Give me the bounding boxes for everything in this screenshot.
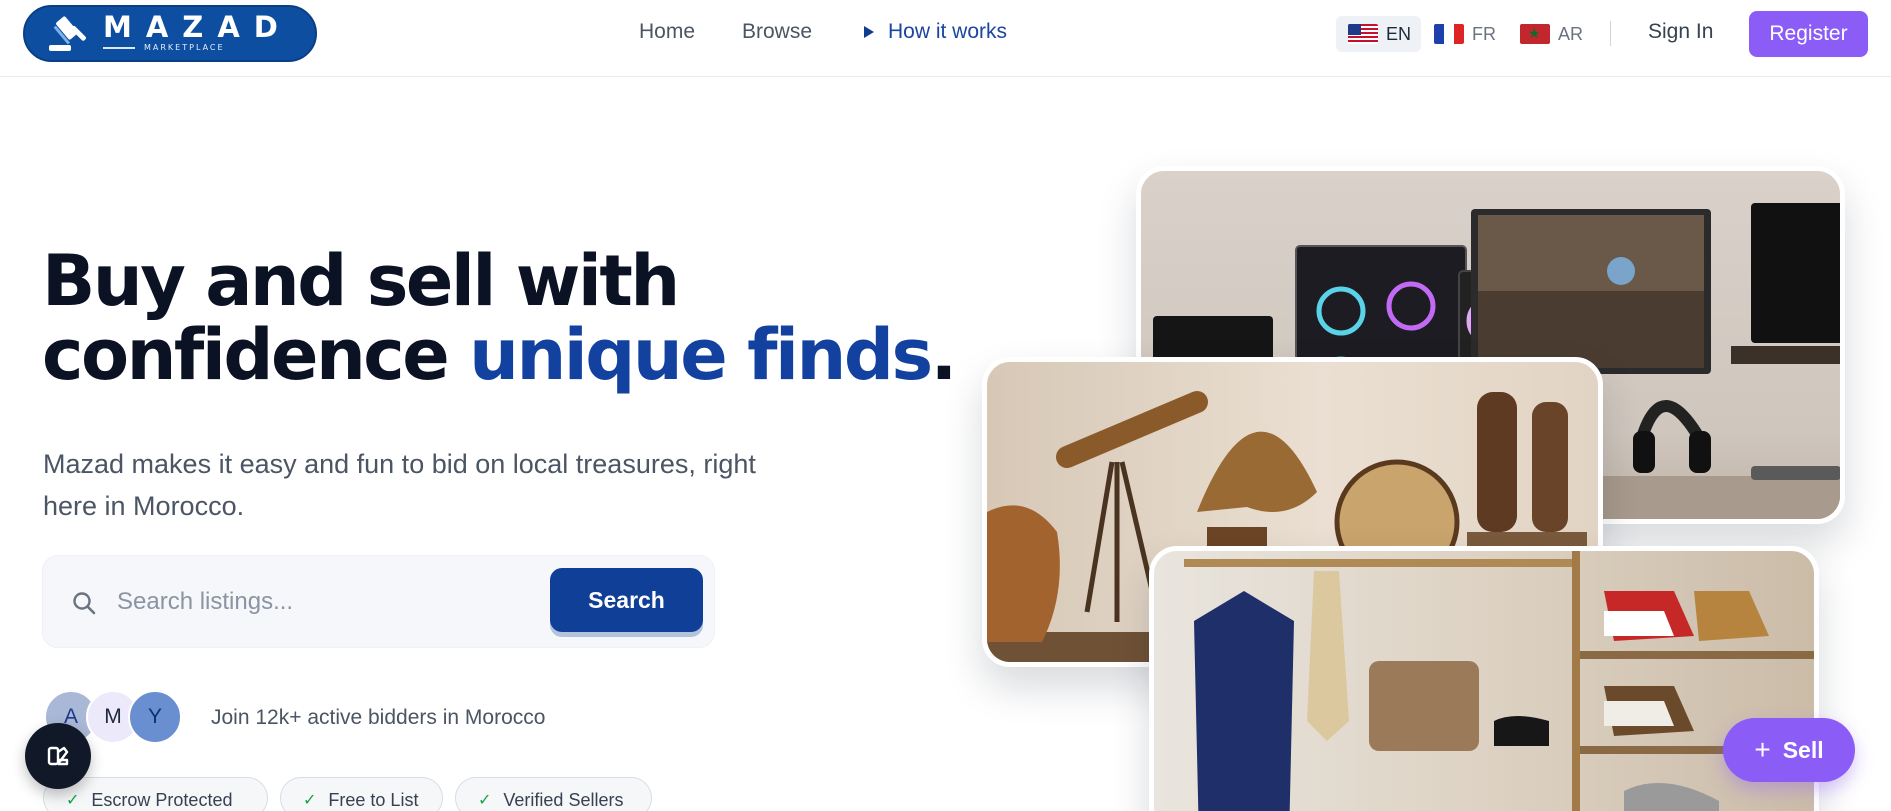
header-divider xyxy=(1610,21,1611,46)
brand-tagline: MARKETPLACE xyxy=(144,43,225,52)
us-flag-icon xyxy=(1348,24,1378,44)
social-proof-text: Join 12k+ active bidders in Morocco xyxy=(211,706,546,729)
fashion-photo xyxy=(1149,546,1819,811)
brand-name: MAZAD xyxy=(103,10,292,44)
badge-label: Escrow Protected xyxy=(91,790,233,810)
hero-title-period: . xyxy=(930,314,958,396)
check-icon: ✓ xyxy=(303,792,317,809)
hero-title-line1: Buy and sell with xyxy=(42,240,680,322)
nav-how-it-works-label: How it works xyxy=(888,20,1008,43)
nav-home[interactable]: Home xyxy=(639,20,695,44)
mazad-logo[interactable]: MAZAD MARKETPLACE xyxy=(23,5,317,62)
nav-how-it-works[interactable]: How it works xyxy=(864,20,1007,44)
site-header: MAZAD MARKETPLACE Home Browse How it wor… xyxy=(0,0,1891,77)
badge-label: Free to List xyxy=(328,790,419,810)
badge-verified-sellers: ✓ Verified Sellers xyxy=(455,777,652,811)
badge-free-to-list: ✓ Free to List xyxy=(280,777,443,811)
language-code: AR xyxy=(1558,23,1584,44)
search-input[interactable] xyxy=(117,580,477,624)
check-icon: ✓ xyxy=(478,792,492,809)
search-bar: Search xyxy=(42,555,715,648)
language-code: FR xyxy=(1472,23,1496,44)
logo-divider xyxy=(103,47,135,49)
badge-label: Verified Sellers xyxy=(503,790,624,810)
sign-in-link[interactable]: Sign In xyxy=(1648,20,1713,44)
nav-browse[interactable]: Browse xyxy=(742,20,812,44)
hero-title: Buy and sell with confidence unique find… xyxy=(42,244,957,392)
theme-toggle-button[interactable] xyxy=(25,723,91,789)
language-code: EN xyxy=(1386,23,1412,44)
fashion-illustration xyxy=(1184,551,1814,811)
register-button[interactable]: Register xyxy=(1749,11,1868,57)
hero-title-line2: confidence xyxy=(42,314,470,396)
search-button[interactable]: Search xyxy=(550,568,703,632)
sell-label: Sell xyxy=(1782,736,1824,763)
plus-icon: + xyxy=(1754,734,1771,765)
search-icon xyxy=(73,592,96,615)
check-icon: ✓ xyxy=(66,792,80,809)
language-en[interactable]: EN xyxy=(1336,16,1421,52)
avatar: Y xyxy=(128,690,182,744)
language-fr[interactable]: FR xyxy=(1434,16,1496,52)
language-ar[interactable]: AR xyxy=(1520,16,1583,52)
sell-button[interactable]: + Sell xyxy=(1723,718,1855,782)
france-flag-icon xyxy=(1434,24,1464,44)
palette-icon xyxy=(47,746,69,766)
play-triangle-icon xyxy=(864,26,874,38)
hero-description: Mazad makes it easy and fun to bid on lo… xyxy=(43,449,756,521)
hero-title-accent: unique finds xyxy=(469,314,933,396)
morocco-flag-icon xyxy=(1520,24,1550,44)
gavel-icon xyxy=(49,16,86,51)
